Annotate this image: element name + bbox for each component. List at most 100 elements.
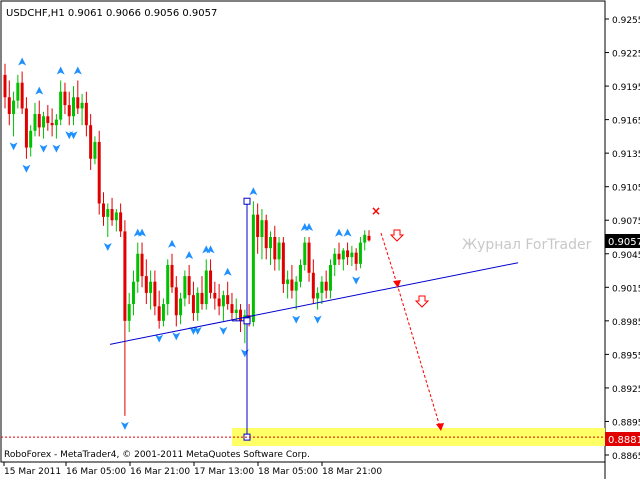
fractal-down-icon — [52, 144, 61, 153]
candle — [341, 248, 345, 271]
candle-body — [316, 292, 320, 299]
measure-handle — [243, 197, 251, 205]
candle-body — [354, 252, 358, 264]
chart-window[interactable]: × USDCHF,H1 0.9061 0.9066 0.9056 0.9057 … — [0, 0, 640, 480]
candle-body — [166, 264, 170, 305]
candle — [269, 231, 273, 265]
candle-body — [110, 209, 114, 221]
candle — [264, 214, 268, 260]
candle — [200, 276, 204, 310]
fractal-up-icon — [18, 57, 27, 66]
candle — [303, 237, 307, 271]
candle-body — [183, 276, 187, 299]
candle-body — [264, 220, 268, 249]
candle-body — [341, 250, 345, 260]
fractal-up-icon — [73, 66, 82, 75]
candle — [363, 230, 367, 251]
candle — [123, 220, 127, 416]
candle-body — [72, 97, 76, 117]
fractal-down-icon — [22, 164, 31, 173]
candle — [346, 242, 350, 265]
candle — [320, 276, 324, 305]
candle-body — [7, 97, 11, 115]
candle — [16, 74, 20, 109]
candle — [144, 259, 148, 305]
candle — [174, 276, 178, 327]
fractal-up-icon — [35, 86, 44, 95]
candle — [217, 283, 221, 316]
candle-body — [33, 114, 37, 131]
current-price-label: 0.9057 — [608, 237, 640, 248]
candle — [311, 259, 315, 305]
candle-body — [324, 281, 328, 291]
candle — [12, 91, 16, 137]
candle — [93, 136, 97, 165]
candle-body — [37, 114, 41, 128]
candle-body — [136, 253, 140, 282]
candle — [286, 270, 290, 299]
measure-handle — [243, 317, 251, 325]
candle-body — [127, 304, 131, 321]
footer-copyright: RoboForex - MetaTrader4, © 2001-2011 Met… — [4, 450, 310, 460]
candle-body — [337, 253, 341, 260]
fractal-up-icon — [223, 267, 232, 276]
candle-body — [24, 108, 28, 148]
candle — [29, 125, 33, 157]
candle — [290, 264, 294, 299]
candle-body — [157, 306, 161, 321]
candle — [97, 130, 101, 215]
candle — [298, 259, 302, 288]
candle — [140, 242, 144, 288]
candle — [358, 237, 362, 269]
candle — [367, 230, 371, 242]
forecast-segment — [396, 283, 441, 428]
candle-body — [187, 276, 191, 296]
candle — [183, 270, 187, 307]
candle-body — [196, 292, 200, 314]
y-tick-label: 0.8925 — [612, 385, 640, 395]
candle-body — [303, 242, 307, 265]
candle-body — [213, 292, 217, 299]
candle — [294, 276, 298, 310]
candle — [187, 264, 191, 305]
candle-body — [273, 237, 277, 260]
candle-body — [294, 281, 298, 291]
candle — [209, 259, 213, 299]
x-tick-label: 18 Mar 05:00 — [258, 467, 318, 477]
candle-body — [20, 82, 24, 109]
candle-body — [328, 264, 332, 291]
y-tick-label: 0.9015 — [612, 284, 640, 294]
candle-body — [269, 237, 273, 249]
candle-body — [367, 235, 371, 241]
forecast-segment — [380, 232, 398, 285]
candle-body — [12, 100, 16, 115]
y-tick-label: 0.8895 — [612, 418, 640, 428]
candle — [256, 203, 260, 254]
sell-signal-icon — [414, 295, 430, 308]
price-chart[interactable]: × USDCHF,H1 0.9061 0.9066 0.9056 0.9057 … — [0, 0, 640, 480]
candle-body — [239, 309, 243, 321]
candle — [59, 80, 63, 126]
fractal-down-icon — [240, 349, 249, 358]
candle — [316, 287, 320, 310]
candle-body — [298, 264, 302, 282]
candle-body — [153, 281, 157, 307]
candle — [230, 292, 234, 321]
candle-body — [251, 214, 255, 322]
fractal-up-icon — [185, 250, 194, 259]
fractal-up-icon — [343, 228, 352, 237]
candle — [114, 209, 118, 232]
candle-body — [76, 97, 80, 109]
candle — [50, 108, 54, 137]
fractal-down-icon — [352, 276, 361, 285]
candle — [161, 298, 165, 327]
candle — [179, 292, 183, 325]
y-tick-label: 0.9195 — [612, 83, 640, 93]
fractal-down-icon — [39, 144, 48, 153]
candle-body — [333, 253, 337, 265]
candle — [106, 203, 110, 237]
candle — [84, 91, 88, 137]
x-tick-label: 16 Mar 21:00 — [130, 467, 190, 477]
y-tick-label: 0.8985 — [612, 318, 640, 328]
candle-body — [144, 276, 148, 293]
